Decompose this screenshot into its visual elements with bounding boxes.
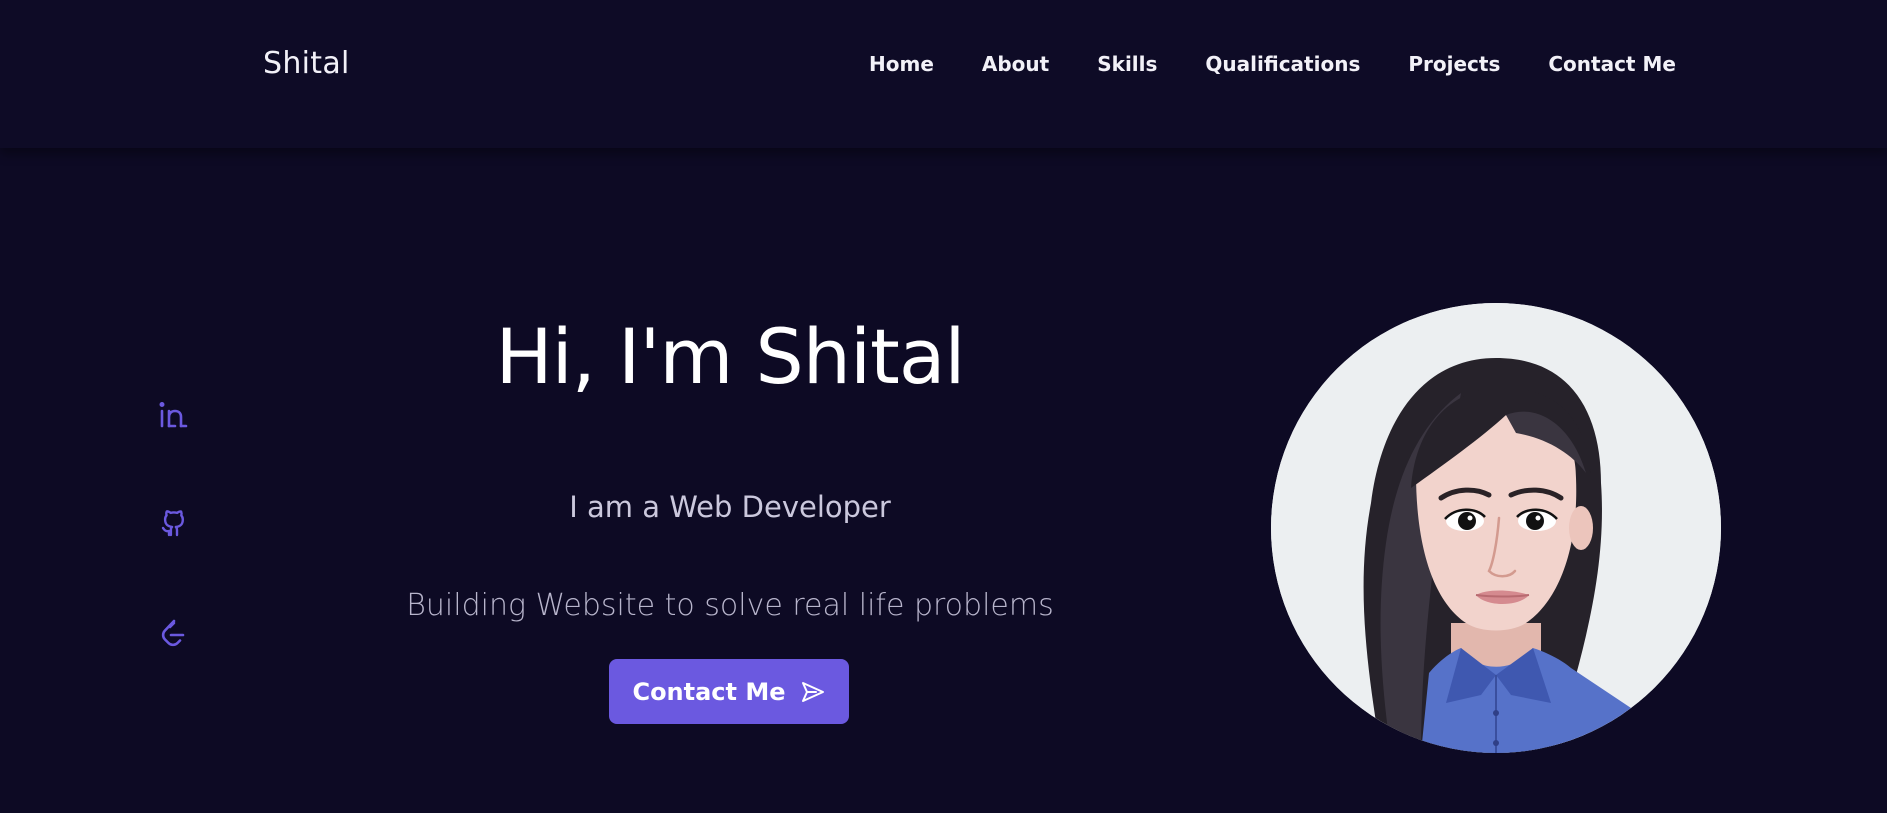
avatar (1271, 303, 1721, 753)
nav-link-projects[interactable]: Projects (1408, 52, 1500, 76)
site-header: Shital Home About Skills Qualifications … (0, 0, 1887, 148)
nav-link-skills[interactable]: Skills (1097, 52, 1157, 76)
github-icon (161, 510, 184, 537)
linkedin-icon (159, 402, 188, 428)
nav-link-about[interactable]: About (982, 52, 1049, 76)
linkedin-link[interactable] (156, 398, 190, 432)
contact-me-button[interactable]: Contact Me (609, 659, 849, 724)
leetcode-icon (161, 619, 185, 647)
contact-me-button-label: Contact Me (632, 677, 786, 706)
nav-link-contact[interactable]: Contact Me (1548, 52, 1676, 76)
hero-role: I am a Web Developer (569, 490, 891, 524)
send-icon (801, 681, 824, 702)
github-link[interactable] (156, 506, 190, 540)
hero-title: Hi, I'm Shital (495, 312, 965, 401)
brand-logo-link[interactable]: Shital (263, 46, 350, 81)
nav-link-home[interactable]: Home (869, 52, 934, 76)
hero-description: Building Website to solve real life prob… (406, 588, 1054, 623)
main-nav: Home About Skills Qualifications Project… (869, 52, 1676, 76)
leetcode-link[interactable] (156, 616, 190, 650)
nav-link-qualifications[interactable]: Qualifications (1205, 52, 1360, 76)
avatar-illustration (1271, 303, 1721, 753)
